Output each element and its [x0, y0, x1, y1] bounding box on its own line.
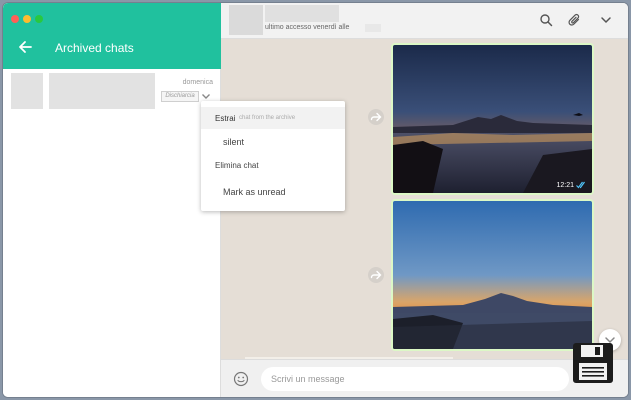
menu-item-silent[interactable]: silent [201, 131, 345, 153]
image-message[interactable] [391, 199, 594, 351]
archived-chat-item[interactable]: domenica Dischiarcia [3, 69, 221, 113]
minimize-window-button[interactable] [23, 15, 31, 23]
zoom-window-button[interactable] [35, 15, 43, 23]
message-time: 12:21 [556, 182, 574, 189]
emoji-icon[interactable] [233, 371, 249, 387]
chat-date: domenica [182, 79, 213, 86]
contact-name-redacted[interactable] [265, 5, 339, 22]
forward-button[interactable] [368, 109, 384, 125]
chevron-down-icon[interactable] [201, 91, 211, 101]
menu-item-delete-chat[interactable]: Elimina chat [201, 155, 345, 177]
message-composer [221, 359, 628, 397]
menu-item-label: silent [223, 137, 245, 147]
save-icon [573, 343, 613, 383]
attach-icon[interactable] [568, 13, 582, 27]
sunset-photo [393, 45, 592, 193]
sidebar-header: Archived chats [3, 3, 221, 69]
app-window: Archived chats domenica Dischiarcia Estr… [3, 3, 628, 397]
chat-context-menu: Estrai chat from the archive silent Elim… [201, 101, 345, 211]
archived-sidebar: Archived chats domenica Dischiarcia [3, 3, 221, 397]
message-input[interactable] [261, 367, 569, 391]
avatar [11, 73, 43, 109]
close-window-button[interactable] [11, 15, 19, 23]
back-arrow-icon[interactable] [17, 39, 33, 55]
forward-icon [370, 112, 382, 122]
menu-item-subtitle: chat from the archive [239, 115, 296, 121]
forward-button[interactable] [368, 267, 384, 283]
menu-item-unarchive[interactable]: Estrai chat from the archive [201, 107, 345, 129]
double-tick-icon [576, 181, 585, 189]
menu-item-mark-unread[interactable]: Mark as unread [201, 181, 345, 203]
chat-badge: Dischiarcia [161, 91, 199, 102]
menu-item-label: Mark as unread [223, 187, 286, 197]
menu-item-label: Estrai [215, 114, 236, 123]
image-message[interactable]: 12:21 [391, 43, 594, 195]
menu-chevron-icon[interactable] [599, 13, 613, 27]
sidebar-title: Archived chats [55, 41, 134, 55]
menu-item-label: Elimina chat [215, 161, 259, 170]
chat-header: ultimo accesso venerdì alle [221, 3, 628, 39]
forward-icon [370, 270, 382, 280]
chat-name-redacted [49, 73, 155, 109]
sunset-photo [393, 201, 592, 349]
last-seen-time-redacted [365, 24, 381, 32]
last-seen-status: ultimo accesso venerdì alle [265, 24, 350, 31]
search-icon[interactable] [539, 13, 553, 27]
contact-avatar[interactable] [229, 5, 263, 35]
